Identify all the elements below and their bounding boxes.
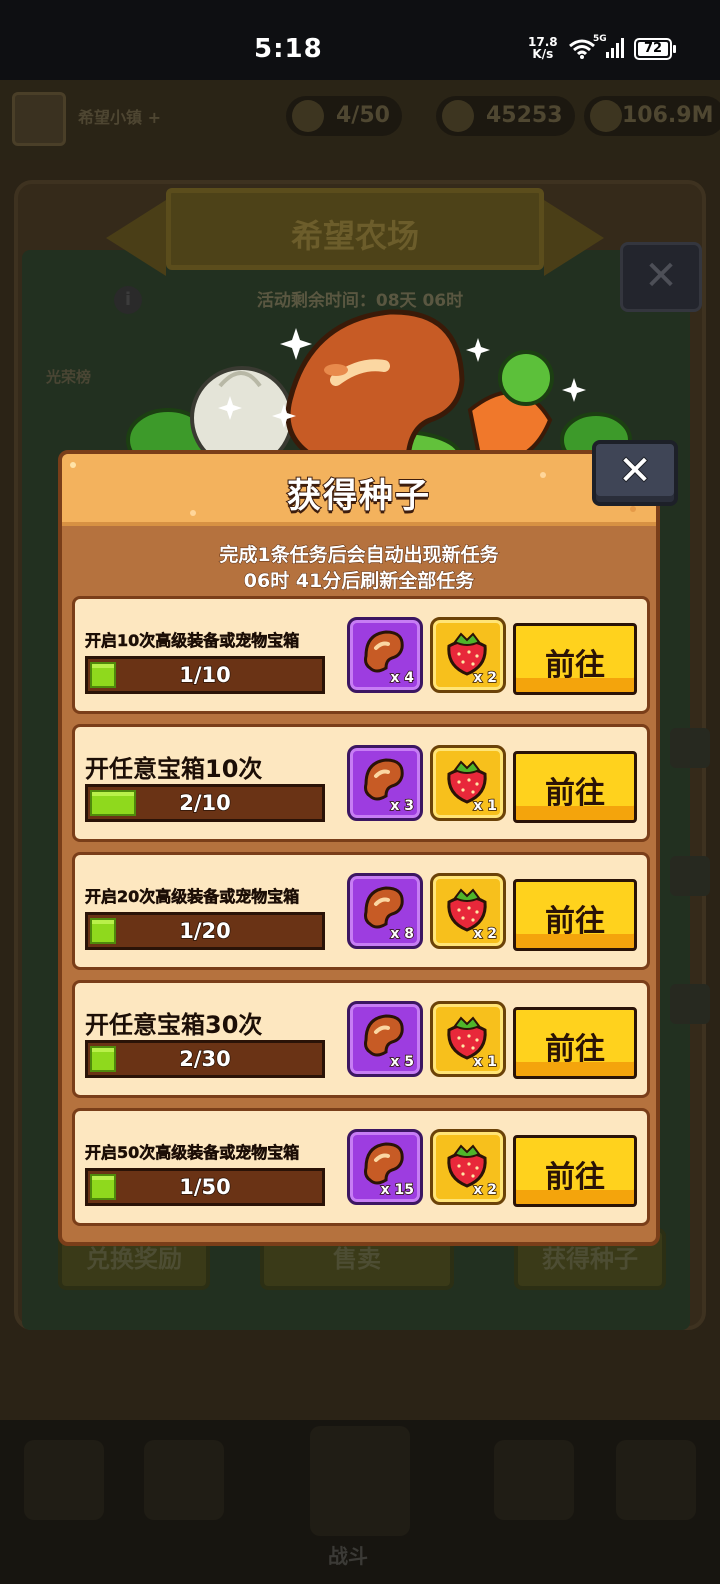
nav-equipment-icon	[144, 1440, 224, 1520]
bottom-nav: 战斗	[0, 1420, 720, 1584]
go-button-label: 前往	[545, 904, 605, 939]
task-row: 开任意宝箱10次 2/10 x 3 x 1 前往	[72, 724, 650, 842]
battery-icon: 72	[634, 38, 676, 60]
task-title: 开启10次高级装备或宠物宝箱	[85, 631, 300, 651]
bean-reward-count: x 8	[390, 925, 415, 943]
nav-shop-icon	[24, 1440, 104, 1520]
strawberry-reward: x 2	[430, 873, 506, 949]
bean-reward: x 3	[347, 745, 423, 821]
dialog-subtitle-2: 06时 41分后刷新全部任务	[243, 570, 475, 593]
task-row: 开启20次高级装备或宠物宝箱 1/20 x 8 x 2 前往	[72, 852, 650, 970]
dialog-subtitle-1: 完成1条任务后会自动出现新任务	[219, 544, 499, 567]
prev-arrow-icon	[106, 200, 166, 276]
task-progress-bar: 2/10	[85, 784, 325, 822]
signal-icon	[606, 38, 624, 58]
task-progress-text: 1/10	[178, 662, 231, 688]
network-speed: 17.8 K/s	[528, 36, 558, 60]
battery-level: 72	[638, 42, 668, 56]
task-title: 开启20次高级装备或宠物宝箱	[85, 887, 300, 907]
task-progress-bar: 1/20	[85, 912, 325, 950]
task-progress-bar: 1/50	[85, 1168, 325, 1206]
go-button-label: 前往	[545, 776, 605, 811]
task-row: 开启50次高级装备或宠物宝箱 1/50 x 15 x 2 前往	[72, 1108, 650, 1226]
task-title: 开任意宝箱30次	[85, 1011, 263, 1039]
task-progress-text: 1/20	[178, 918, 231, 944]
stamina-counter: 4/50	[286, 96, 402, 136]
nav-pets-icon	[494, 1440, 574, 1520]
status-time: 5:18	[254, 34, 323, 64]
network-speed-unit: K/s	[532, 47, 554, 61]
bean-reward-count: x 3	[390, 797, 415, 815]
strawberry-reward: x 1	[430, 1001, 506, 1077]
leaderboard-label: 光荣榜	[46, 368, 92, 386]
get-seeds-dialog: 获得种子 ✕ 完成1条任务后会自动出现新任务 06时 41分后刷新全部任务 开启…	[58, 440, 678, 1246]
go-button[interactable]: 前往	[513, 751, 637, 823]
lightning-icon	[670, 728, 710, 768]
next-arrow-icon	[544, 200, 604, 276]
farm-banner: 希望农场	[166, 188, 544, 270]
task-row: 开任意宝箱30次 2/30 x 5 x 1 前往	[72, 980, 650, 1098]
top-resource-bar: 希望小镇 + 4/50 45253 106.9M	[0, 80, 720, 160]
bean-reward: x 4	[347, 617, 423, 693]
nav-events-icon	[616, 1440, 696, 1520]
task-progress-text: 1/50	[178, 1174, 231, 1200]
bean-reward-count: x 5	[390, 1053, 415, 1071]
task-progress-text: 2/30	[178, 1046, 231, 1072]
strawberry-reward: x 2	[430, 1129, 506, 1205]
avatar	[12, 92, 66, 146]
lightning-icon	[670, 984, 710, 1024]
task-progress-text: 2/10	[178, 790, 231, 816]
go-button[interactable]: 前往	[513, 623, 637, 695]
go-button[interactable]: 前往	[513, 1007, 637, 1079]
gem-counter: 45253	[436, 96, 575, 136]
strawberry-reward-count: x 2	[473, 925, 498, 943]
task-progress-bar: 2/30	[85, 1040, 325, 1078]
strawberry-reward: x 2	[430, 617, 506, 693]
task-title: 开启50次高级装备或宠物宝箱	[85, 1143, 300, 1163]
strawberry-reward-count: x 2	[473, 669, 498, 687]
bean-reward-count: x 4	[390, 669, 415, 687]
go-button-label: 前往	[545, 648, 605, 683]
go-button-label: 前往	[545, 1032, 605, 1067]
close-button[interactable]: ✕	[592, 440, 678, 506]
go-button-label: 前往	[545, 1160, 605, 1195]
bean-reward: x 5	[347, 1001, 423, 1077]
strawberry-reward-count: x 1	[473, 1053, 498, 1071]
strawberry-reward: x 1	[430, 745, 506, 821]
player-name: 希望小镇 +	[78, 108, 161, 127]
strawberry-reward-count: x 2	[473, 1181, 498, 1199]
go-button[interactable]: 前往	[513, 1135, 637, 1207]
nav-battle-label: 战斗	[328, 1544, 368, 1568]
lightning-icon	[670, 856, 710, 896]
wifi-icon	[569, 39, 595, 59]
coin-counter: 106.9M	[584, 96, 720, 136]
bean-reward: x 8	[347, 873, 423, 949]
bean-reward: x 15	[347, 1129, 423, 1205]
task-row: 开启10次高级装备或宠物宝箱 1/10 x 4 x 2 前往	[72, 596, 650, 714]
strawberry-reward-count: x 1	[473, 797, 498, 815]
bean-reward-count: x 15	[380, 1181, 415, 1199]
nav-battle-icon	[310, 1426, 410, 1536]
dialog-title: 获得种子	[286, 475, 431, 517]
task-progress-bar: 1/10	[85, 656, 325, 694]
farm-title: 希望农场	[290, 217, 419, 255]
task-title: 开任意宝箱10次	[85, 755, 263, 783]
dialog-header: 获得种子	[62, 454, 656, 526]
close-icon: ✕	[617, 447, 653, 495]
go-button[interactable]: 前往	[513, 879, 637, 951]
